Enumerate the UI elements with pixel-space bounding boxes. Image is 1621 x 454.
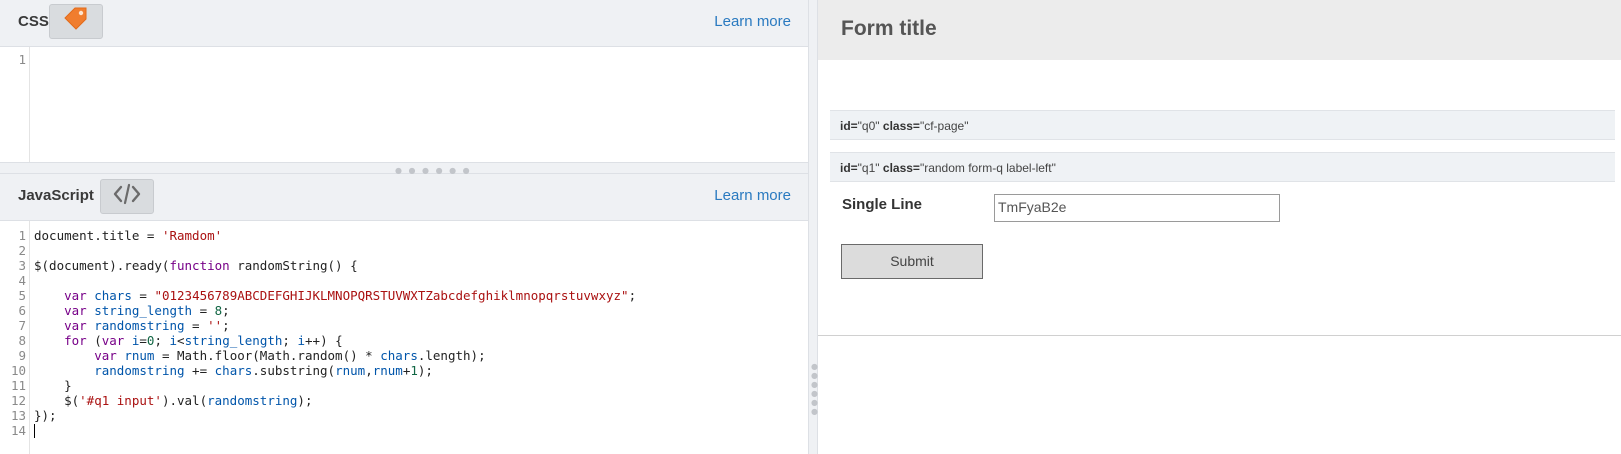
js-learn-more-link[interactable]: Learn more	[714, 187, 791, 204]
js-editor[interactable]: 1 2 3 4 5 6 7 8 9 10 11 12 13 14 documen…	[0, 221, 808, 454]
form-title-bar: Form title	[818, 0, 1621, 60]
tag-icon	[62, 6, 90, 37]
js-line-gutter: 1 2 3 4 5 6 7 8 9 10 11 12 13 14	[0, 221, 30, 454]
code-line: });	[34, 408, 57, 423]
id-attr-label: id=	[840, 119, 858, 133]
line-number: 12	[10, 393, 26, 408]
line-number: 5	[18, 288, 26, 303]
code-line: for (var i=0; i<string_length; i++) {	[64, 333, 343, 348]
text-cursor	[34, 424, 35, 438]
class-attr-label: class=	[882, 119, 920, 133]
line-number: 7	[18, 318, 26, 333]
vertical-splitter[interactable]: ● ● ● ● ● ●	[808, 0, 818, 454]
css-learn-more-link[interactable]: Learn more	[714, 13, 791, 30]
code-line: }	[34, 378, 72, 393]
code-line: document.title = 'Ramdom'	[34, 228, 223, 243]
line-number: 10	[10, 363, 26, 378]
line-number: 11	[10, 378, 26, 393]
preview-pane: Form title id="q0" class="cf-page" id="q…	[818, 0, 1621, 454]
class-attr-value: "cf-page"	[919, 119, 969, 133]
submit-button[interactable]: Submit	[841, 244, 983, 279]
line-number: 14	[10, 423, 26, 438]
line-number: 13	[10, 408, 26, 423]
line-number: 9	[18, 348, 26, 363]
single-line-input[interactable]: TmFyaB2e	[994, 194, 1280, 222]
css-editor[interactable]: 1	[0, 47, 808, 162]
line-number: 8	[18, 333, 26, 348]
page-id-bar: id="q0" class="cf-page"	[830, 110, 1615, 140]
js-panel-title: JavaScript	[18, 187, 94, 204]
code-line: var chars = "0123456789ABCDEFGHIJKLMNOPQ…	[64, 288, 637, 303]
code-line: randomstring += chars.substring(rnum,rnu…	[94, 363, 433, 378]
form-title: Form title	[841, 17, 937, 40]
code-line: $(document).ready(function randomString(…	[34, 258, 358, 273]
id-attr-value: "q1"	[857, 161, 880, 175]
class-attr-value: "random form-q label-left"	[919, 161, 1056, 175]
css-tag-button[interactable]	[49, 4, 103, 39]
css-panel-header: CSS Learn more	[0, 0, 808, 47]
horizontal-splitter[interactable]: ● ● ● ● ● ●	[0, 162, 808, 175]
line-number: 2	[18, 243, 26, 258]
code-line: $('#q1 input').val(randomstring);	[34, 393, 313, 408]
css-line-gutter: 1	[0, 47, 30, 162]
id-attr-label: id=	[840, 161, 858, 175]
js-code-button[interactable]	[100, 179, 154, 214]
line-number: 4	[18, 273, 26, 288]
code-line: var string_length = 8;	[64, 303, 230, 318]
line-number: 6	[18, 303, 26, 318]
code-line: var rnum = Math.floor(Math.random() * ch…	[94, 348, 486, 363]
css-panel-title: CSS	[18, 13, 49, 30]
code-brackets-icon	[113, 183, 141, 210]
js-panel-header: JavaScript Learn more	[0, 174, 808, 221]
form-preview: Form title id="q0" class="cf-page" id="q…	[818, 0, 1621, 336]
line-number: 1	[18, 52, 26, 67]
line-number: 1	[18, 228, 26, 243]
class-attr-label: class=	[882, 161, 920, 175]
line-number: 3	[18, 258, 26, 273]
editor-workspace: CSS Learn more 1 ● ● ● ● ● ● JavaScript …	[0, 0, 1621, 454]
code-line: var randomstring = '';	[64, 318, 230, 333]
id-attr-value: "q0"	[857, 119, 880, 133]
grip-dots-vertical-icon: ● ● ● ● ● ●	[811, 362, 818, 416]
question-id-bar: id="q1" class="random form-q label-left"	[830, 152, 1615, 182]
single-line-label: Single Line	[842, 196, 923, 213]
editors-column: CSS Learn more 1 ● ● ● ● ● ● JavaScript …	[0, 0, 808, 454]
